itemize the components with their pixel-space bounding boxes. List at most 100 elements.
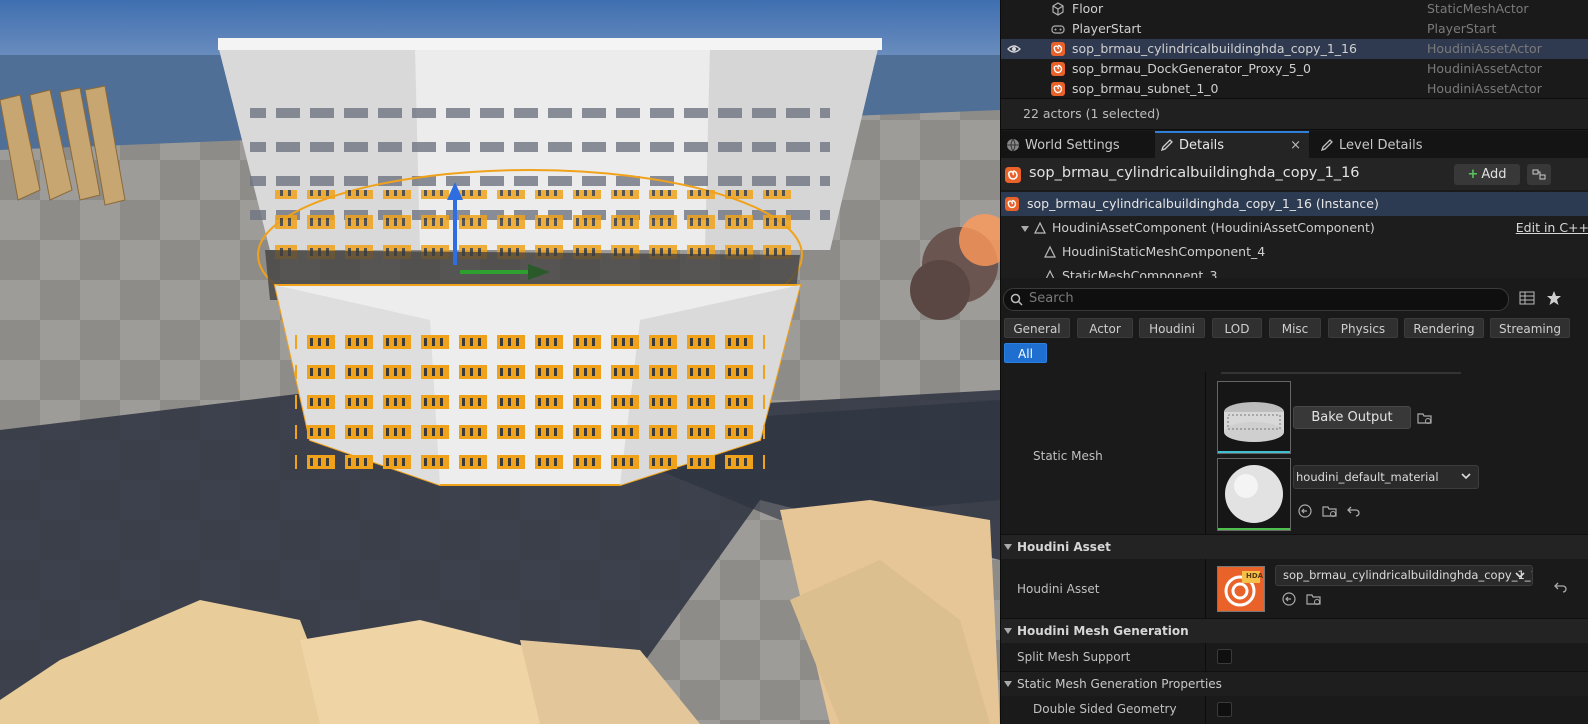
details-properties: Static Mesh Bake Output houdini_default_ [1001, 372, 1588, 724]
tree-label: StaticMeshComponent_3 [1062, 268, 1218, 278]
filter-actor[interactable]: Actor [1077, 318, 1133, 338]
outliner-name: sop_brmau_cylindricalbuildinghda_copy_1_… [1072, 41, 1357, 56]
double-sided-checkbox[interactable] [1217, 702, 1232, 717]
category-label: Houdini Mesh Generation [1017, 624, 1189, 638]
grid-view-icon[interactable] [1519, 291, 1535, 305]
visibility-eye-icon[interactable] [1007, 43, 1021, 55]
filter-streaming[interactable]: Streaming [1490, 318, 1570, 338]
outliner-row-dock-generator[interactable]: sop_brmau_DockGenerator_Proxy_5_0 Houdin… [1001, 59, 1588, 79]
building-mesh-preview [1218, 382, 1290, 453]
chevron-down-icon [1004, 681, 1012, 687]
chevron-down-icon [1004, 628, 1012, 634]
player-start-icon [1051, 25, 1065, 34]
panel-tabs: World Settings Details × Level Details [1001, 131, 1588, 158]
use-selected-icon[interactable] [1297, 503, 1313, 519]
pencil-icon [1160, 139, 1173, 152]
pencil-icon [1320, 139, 1333, 152]
reset-arrow-icon[interactable] [1346, 503, 1362, 519]
split-mesh-label: Split Mesh Support [1017, 650, 1131, 664]
filter-misc[interactable]: Misc [1269, 318, 1321, 338]
component-icon [1034, 221, 1046, 234]
subcategory-label: Static Mesh Generation Properties [1017, 677, 1222, 691]
static-mesh-thumbnail[interactable] [1217, 381, 1291, 454]
blueprint-button[interactable] [1527, 164, 1551, 185]
tree-row-static-mesh-component-4[interactable]: HoudiniStaticMeshComponent_4 [1001, 240, 1588, 264]
split-mesh-checkbox[interactable] [1217, 649, 1232, 664]
blueprint-icon [1532, 169, 1546, 180]
outliner-row-cylindrical-building[interactable]: sop_brmau_cylindricalbuildinghda_copy_1_… [1001, 39, 1588, 59]
houdini-icon [1005, 197, 1019, 211]
plus-icon: + [1467, 167, 1479, 182]
material-value: houdini_default_material [1296, 470, 1439, 484]
houdini-asset-thumbnail[interactable]: HDA [1217, 566, 1265, 612]
tree-row-instance[interactable]: sop_brmau_cylindricalbuildinghda_copy_1_… [1001, 192, 1588, 216]
category-houdini-asset[interactable]: Houdini Asset [1001, 534, 1588, 559]
edit-in-cpp-link[interactable]: Edit in C++ [1516, 216, 1588, 240]
outliner-row-floor[interactable]: Floor StaticMeshActor [1001, 0, 1588, 19]
details-search-input[interactable]: Search [1003, 288, 1509, 311]
tree-row-houdini-asset-component[interactable]: HoudiniAssetComponent (HoudiniAssetCompo… [1001, 216, 1588, 240]
browse-folder-icon[interactable] [1417, 410, 1433, 426]
tab-details[interactable]: Details × [1155, 131, 1309, 158]
add-component-button[interactable]: + Add [1454, 164, 1520, 185]
filter-rendering[interactable]: Rendering [1404, 318, 1484, 338]
static-mesh-label: Static Mesh [1033, 449, 1103, 463]
editor-side-panel: Floor StaticMeshActor PlayerStart Player… [1000, 0, 1588, 724]
tree-row-static-mesh-component-3[interactable]: StaticMeshComponent_3 [1001, 264, 1588, 278]
browse-folder-icon[interactable] [1322, 503, 1338, 519]
details-header: sop_brmau_cylindricalbuildinghda_copy_1_… [1001, 158, 1588, 190]
tree-label: HoudiniAssetComponent (HoudiniAssetCompo… [1052, 220, 1375, 235]
outliner-name: sop_brmau_DockGenerator_Proxy_5_0 [1072, 61, 1311, 76]
outliner-name: PlayerStart [1072, 21, 1142, 36]
globe-icon [1007, 138, 1019, 152]
star-icon[interactable] [1546, 290, 1562, 306]
outliner-row-playerstart[interactable]: PlayerStart PlayerStart [1001, 19, 1588, 39]
houdini-asset-value: sop_brmau_cylindricalbuildinghda_copy_1_… [1283, 568, 1533, 582]
tab-label: Level Details [1339, 138, 1423, 153]
filter-lod[interactable]: LOD [1212, 318, 1262, 338]
static-mesh-icon [1052, 2, 1064, 16]
material-sphere-preview [1218, 459, 1290, 530]
filter-physics[interactable]: Physics [1328, 318, 1398, 338]
filter-houdini[interactable]: Houdini [1139, 318, 1205, 338]
tab-world-settings[interactable]: World Settings [1001, 133, 1151, 158]
tab-label: Details [1179, 138, 1225, 153]
search-icon [1010, 293, 1023, 306]
filter-general[interactable]: General [1004, 318, 1070, 338]
level-viewport[interactable] [0, 0, 1000, 724]
add-label: Add [1481, 167, 1507, 182]
material-thumbnail[interactable] [1217, 458, 1291, 531]
component-icon [1044, 245, 1056, 258]
component-icon [1045, 269, 1055, 278]
outliner-type: StaticMeshActor [1427, 1, 1529, 16]
use-selected-icon[interactable] [1281, 591, 1297, 607]
category-houdini-mesh-generation[interactable]: Houdini Mesh Generation [1001, 618, 1588, 643]
outliner-type: HoudiniAssetActor [1427, 41, 1542, 56]
chevron-down-icon [1515, 572, 1525, 579]
outliner-name: Floor [1072, 1, 1104, 16]
houdini-icon [1051, 42, 1065, 56]
outliner-status-bar: 22 actors (1 selected) [1001, 98, 1588, 130]
chevron-down-icon [1461, 473, 1471, 480]
chevron-down-icon[interactable] [1021, 226, 1029, 232]
browse-folder-icon[interactable] [1306, 591, 1322, 607]
category-label: Houdini Asset [1017, 540, 1111, 554]
close-icon[interactable]: × [1290, 133, 1301, 158]
bake-output-button[interactable]: Bake Output [1293, 406, 1411, 429]
tab-level-details[interactable]: Level Details [1315, 133, 1465, 158]
subcategory-static-mesh-generation-properties[interactable]: Static Mesh Generation Properties [1001, 671, 1588, 696]
hda-badge: HDA [1246, 572, 1264, 580]
houdini-icon [1051, 82, 1065, 96]
filter-all[interactable]: All [1004, 343, 1047, 363]
reset-arrow-icon[interactable] [1553, 579, 1569, 595]
outliner-name: sop_brmau_subnet_1_0 [1072, 81, 1219, 96]
actor-name[interactable]: sop_brmau_cylindricalbuildinghda_copy_1_… [1029, 165, 1360, 181]
viewport-scene [0, 0, 1000, 724]
tab-label: World Settings [1025, 138, 1120, 153]
houdini-asset-combo[interactable]: sop_brmau_cylindricalbuildinghda_copy_1_… [1275, 565, 1533, 586]
outliner-row-subnet[interactable]: sop_brmau_subnet_1_0 HoudiniAssetActor [1001, 79, 1588, 99]
chevron-down-icon [1004, 544, 1012, 550]
double-sided-label: Double Sided Geometry [1033, 702, 1177, 716]
actor-count: 22 actors (1 selected) [1023, 106, 1161, 121]
material-combo[interactable]: houdini_default_material [1293, 465, 1479, 489]
